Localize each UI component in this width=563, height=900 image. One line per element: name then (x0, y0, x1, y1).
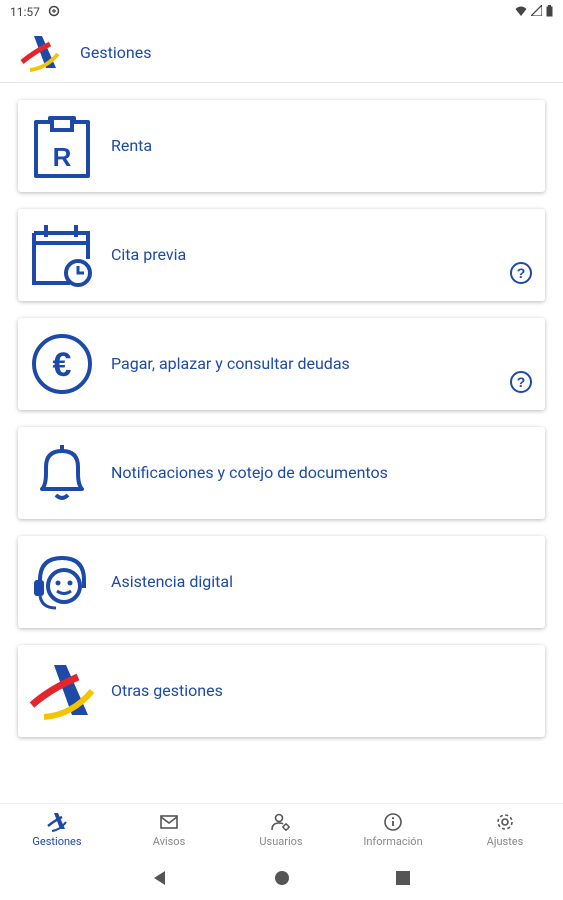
menu-item-label: Notificaciones y cotejo de documentos (111, 463, 388, 482)
renta-document-icon: R (30, 114, 94, 178)
help-icon[interactable]: ? (509, 261, 533, 285)
recents-icon[interactable] (393, 868, 413, 888)
menu-item-label: Renta (111, 136, 153, 155)
home-icon[interactable] (272, 868, 292, 888)
nav-label: Información (363, 835, 423, 848)
status-time: 11:57 (10, 5, 40, 19)
svg-text:?: ? (517, 374, 526, 390)
agencia-tributaria-logo-icon (29, 659, 95, 723)
status-bar: 11:57 (0, 0, 563, 24)
bell-icon (30, 441, 94, 505)
signal-icon (529, 3, 543, 19)
nav-label: Gestiones (32, 835, 82, 848)
menu-item-label: Otras gestiones (111, 681, 223, 700)
menu-item-renta[interactable]: R Renta (18, 100, 545, 192)
nav-label: Avisos (152, 835, 186, 848)
agencia-tributaria-logo-icon (20, 34, 60, 72)
app-bar: Gestiones (0, 24, 563, 83)
agencia-logo-icon (47, 812, 67, 832)
euro-icon: € (30, 332, 94, 396)
menu-item-notificaciones[interactable]: Notificaciones y cotejo de documentos (18, 427, 545, 519)
assistant-headset-icon (30, 550, 94, 614)
nav-label: Usuarios (259, 835, 303, 848)
menu-item-label: Cita previa (111, 245, 187, 264)
calendar-clock-icon (30, 223, 94, 287)
info-icon (383, 812, 403, 832)
user-settings-icon (271, 812, 291, 832)
svg-text:?: ? (517, 265, 526, 281)
menu-item-pagar-deudas[interactable]: € Pagar, aplazar y consultar deudas ? (18, 318, 545, 410)
menu-item-asistencia-digital[interactable]: Asistencia digital (18, 536, 545, 628)
page-title: Gestiones (80, 43, 152, 62)
battery-icon (546, 4, 553, 20)
back-icon[interactable] (150, 868, 170, 888)
nav-avisos[interactable]: Avisos (119, 812, 219, 856)
system-navigation-bar (0, 856, 563, 900)
nav-gestiones[interactable]: Gestiones (7, 812, 107, 856)
sync-icon (48, 5, 60, 20)
nav-label: Ajustes (486, 835, 524, 848)
bottom-navigation: Gestiones Avisos Usuarios Información Aj… (0, 803, 563, 856)
menu-item-label: Pagar, aplazar y consultar deudas (111, 354, 350, 373)
wifi-icon (515, 5, 527, 20)
nav-informacion[interactable]: Información (343, 812, 443, 856)
menu-item-otras-gestiones[interactable]: Otras gestiones (18, 645, 545, 737)
menu-item-cita-previa[interactable]: Cita previa ? (18, 209, 545, 301)
nav-ajustes[interactable]: Ajustes (455, 812, 555, 856)
svg-text:R: R (53, 142, 72, 172)
nav-usuarios[interactable]: Usuarios (231, 812, 331, 856)
help-icon[interactable]: ? (509, 370, 533, 394)
mail-icon (159, 812, 179, 832)
gear-icon (495, 812, 515, 832)
menu-item-label: Asistencia digital (111, 572, 233, 591)
svg-text:€: € (53, 346, 72, 384)
